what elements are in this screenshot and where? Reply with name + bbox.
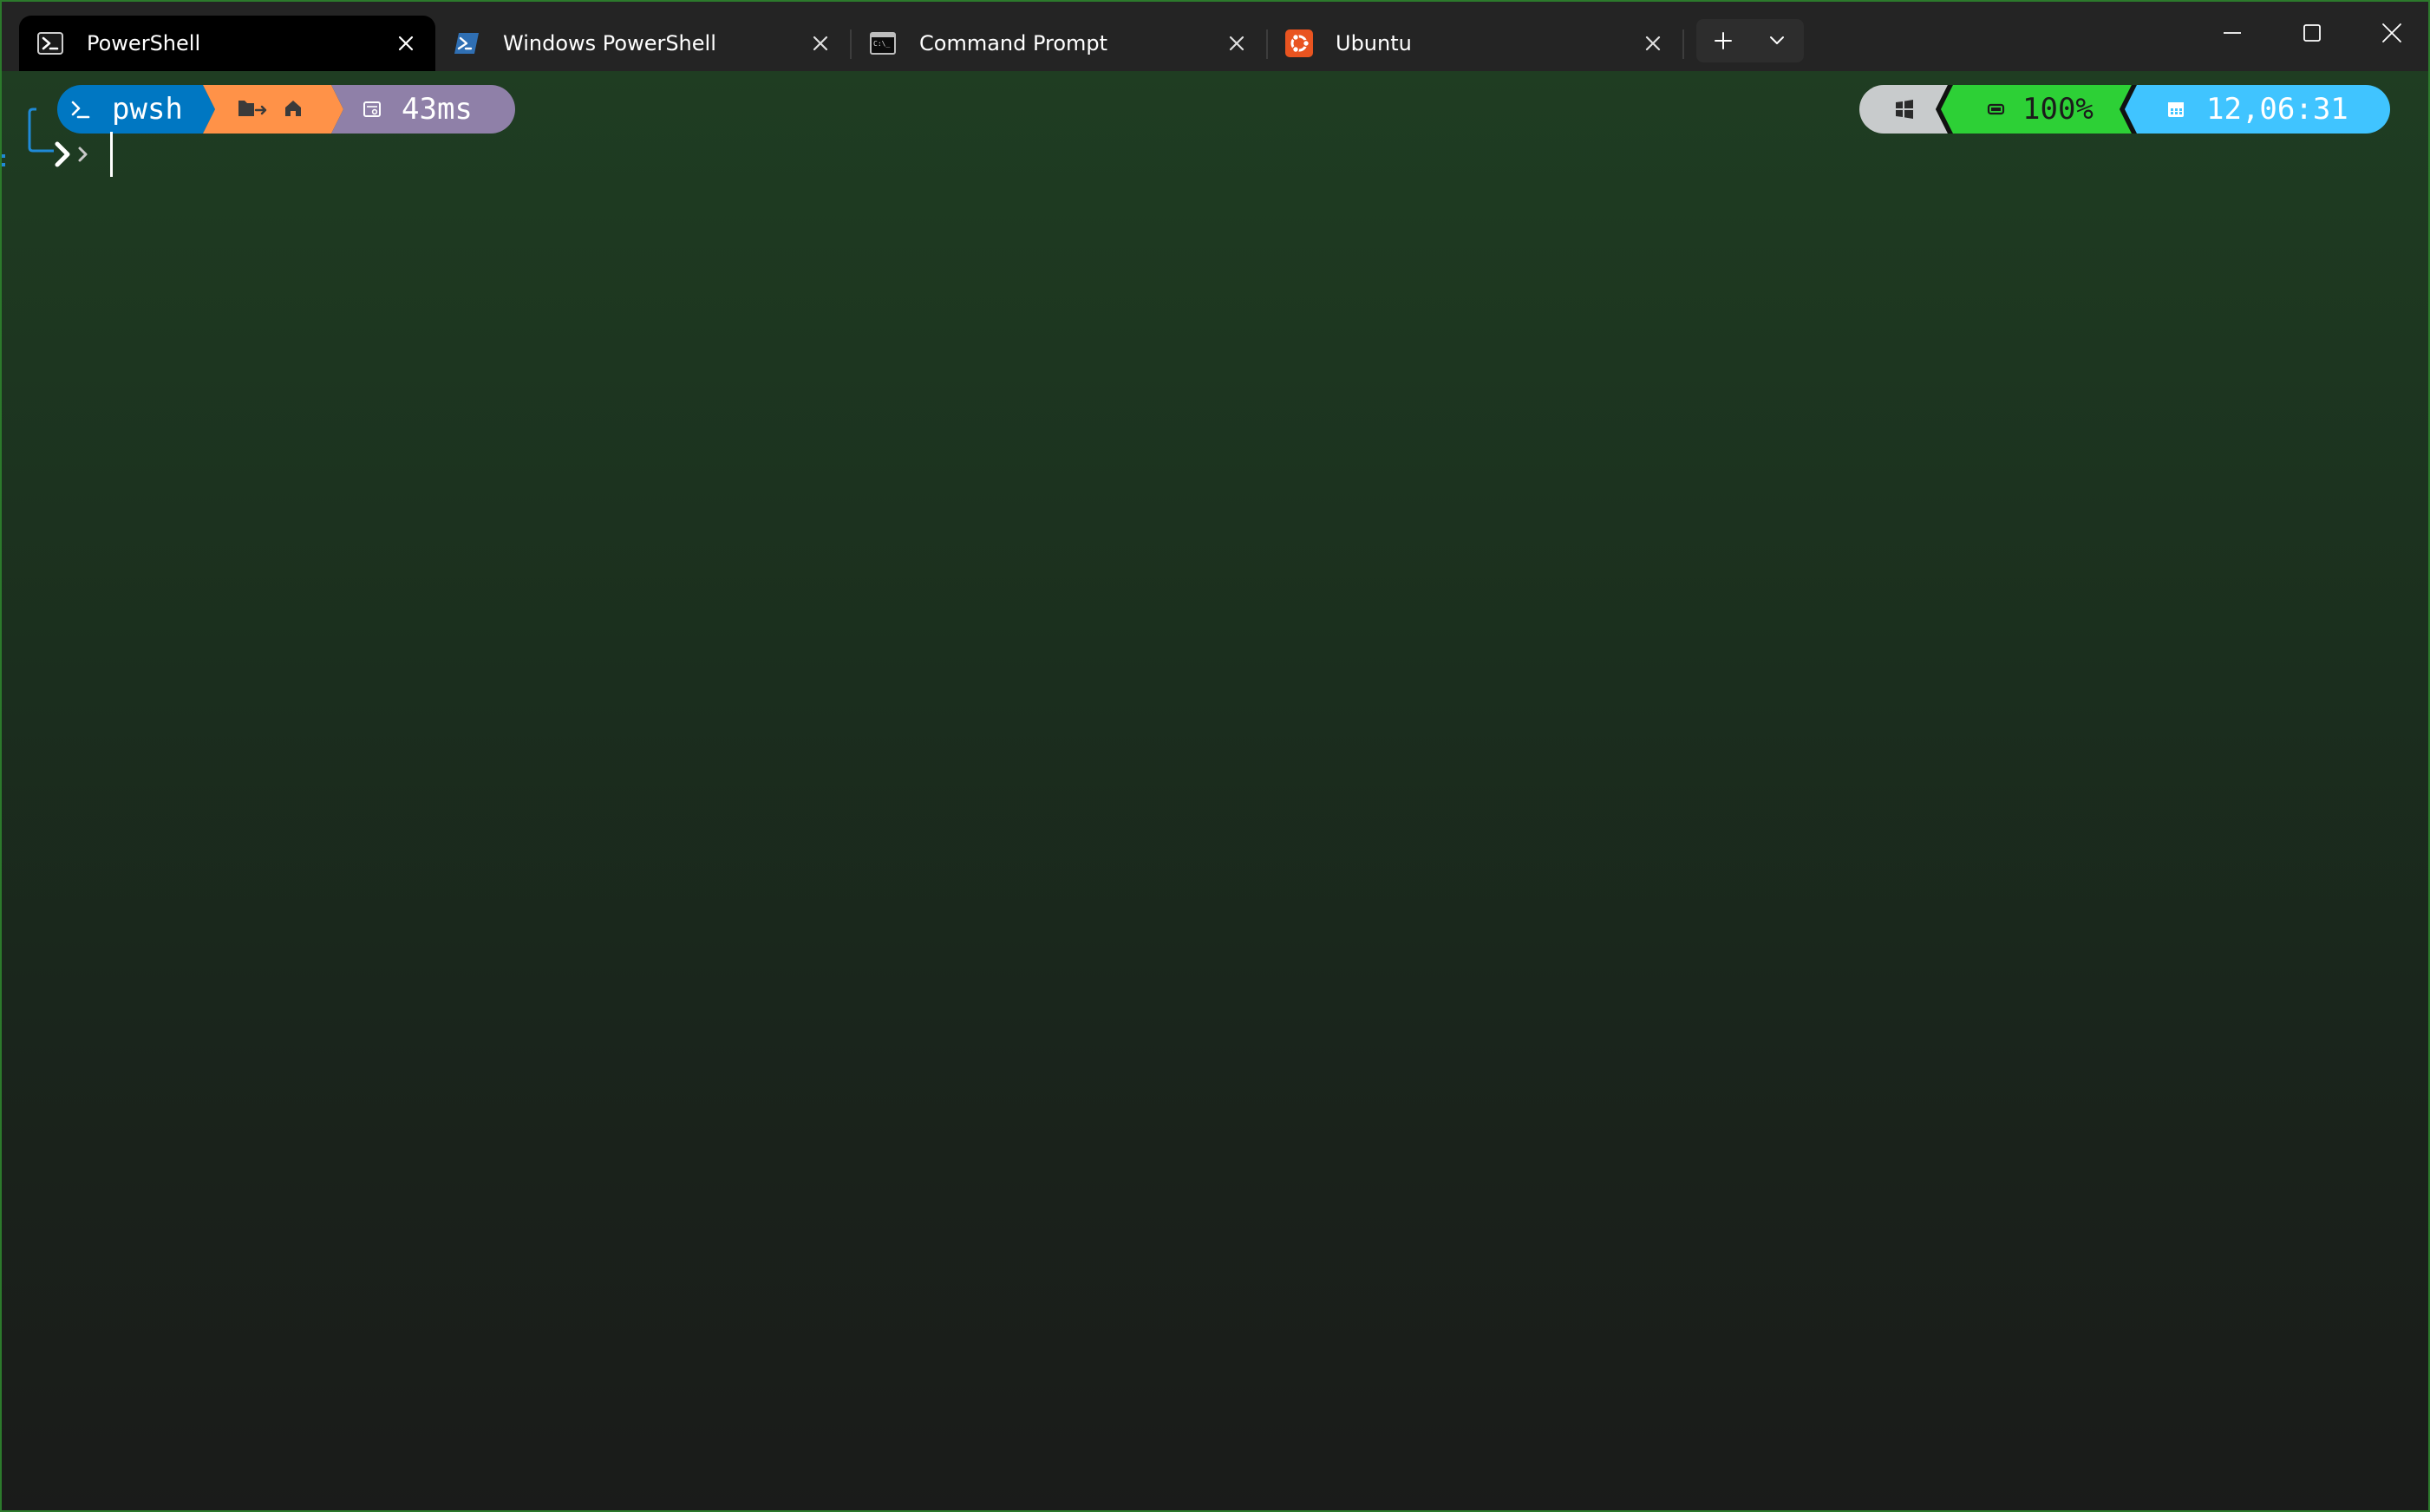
close-icon[interactable] bbox=[1219, 26, 1254, 61]
powershell-icon bbox=[36, 29, 64, 57]
chevron-down-icon[interactable] bbox=[1750, 19, 1804, 62]
tab-command-prompt[interactable]: C:\_ Command Prompt bbox=[852, 16, 1266, 71]
os-segment-bg bbox=[1859, 85, 1948, 134]
text-cursor bbox=[110, 132, 113, 177]
tab-windows-powershell[interactable]: Windows PowerShell bbox=[435, 16, 850, 71]
close-icon[interactable] bbox=[803, 26, 838, 61]
tab-title: Command Prompt bbox=[919, 31, 1108, 55]
minimize-icon bbox=[2223, 23, 2242, 46]
minimize-button[interactable] bbox=[2192, 2, 2272, 68]
calendar-icon bbox=[2168, 102, 2184, 117]
command-prompt-icon: C:\_ bbox=[869, 29, 897, 57]
tab-separator bbox=[1682, 29, 1684, 59]
time-text: 12,06:31 bbox=[2206, 92, 2348, 127]
close-icon bbox=[2381, 23, 2402, 47]
close-icon[interactable] bbox=[389, 26, 423, 61]
ubuntu-icon bbox=[1285, 29, 1313, 57]
exec-time-text: 43ms bbox=[402, 92, 473, 127]
title-bar[interactable]: PowerShell Windows PowerShell C:\_ Comma… bbox=[2, 2, 2428, 71]
new-tab-group bbox=[1696, 19, 1804, 62]
tab-powershell[interactable]: PowerShell bbox=[19, 16, 435, 71]
svg-text:C:\_: C:\_ bbox=[873, 40, 890, 48]
windows-powershell-icon bbox=[453, 29, 480, 57]
maximize-icon bbox=[2303, 23, 2322, 46]
close-icon[interactable] bbox=[1636, 26, 1670, 61]
plus-icon[interactable] bbox=[1696, 19, 1750, 62]
close-window-button[interactable] bbox=[2352, 2, 2428, 68]
tab-ubuntu[interactable]: Ubuntu bbox=[1268, 16, 1682, 71]
terminal-content[interactable]: pwsh 43ms 100% 12,06:31 bbox=[2, 71, 2428, 1510]
path-segment-bg bbox=[203, 85, 343, 134]
battery-text: 100% bbox=[2022, 92, 2094, 127]
terminal-window: PowerShell Windows PowerShell C:\_ Comma… bbox=[0, 0, 2430, 1512]
prompt-chevron-icon bbox=[55, 141, 88, 167]
tab-title: Ubuntu bbox=[1336, 31, 1412, 55]
tab-title: PowerShell bbox=[87, 31, 201, 55]
tab-title: Windows PowerShell bbox=[503, 31, 716, 55]
shell-segment-text: pwsh bbox=[112, 92, 183, 127]
maximize-button[interactable] bbox=[2272, 2, 2352, 68]
